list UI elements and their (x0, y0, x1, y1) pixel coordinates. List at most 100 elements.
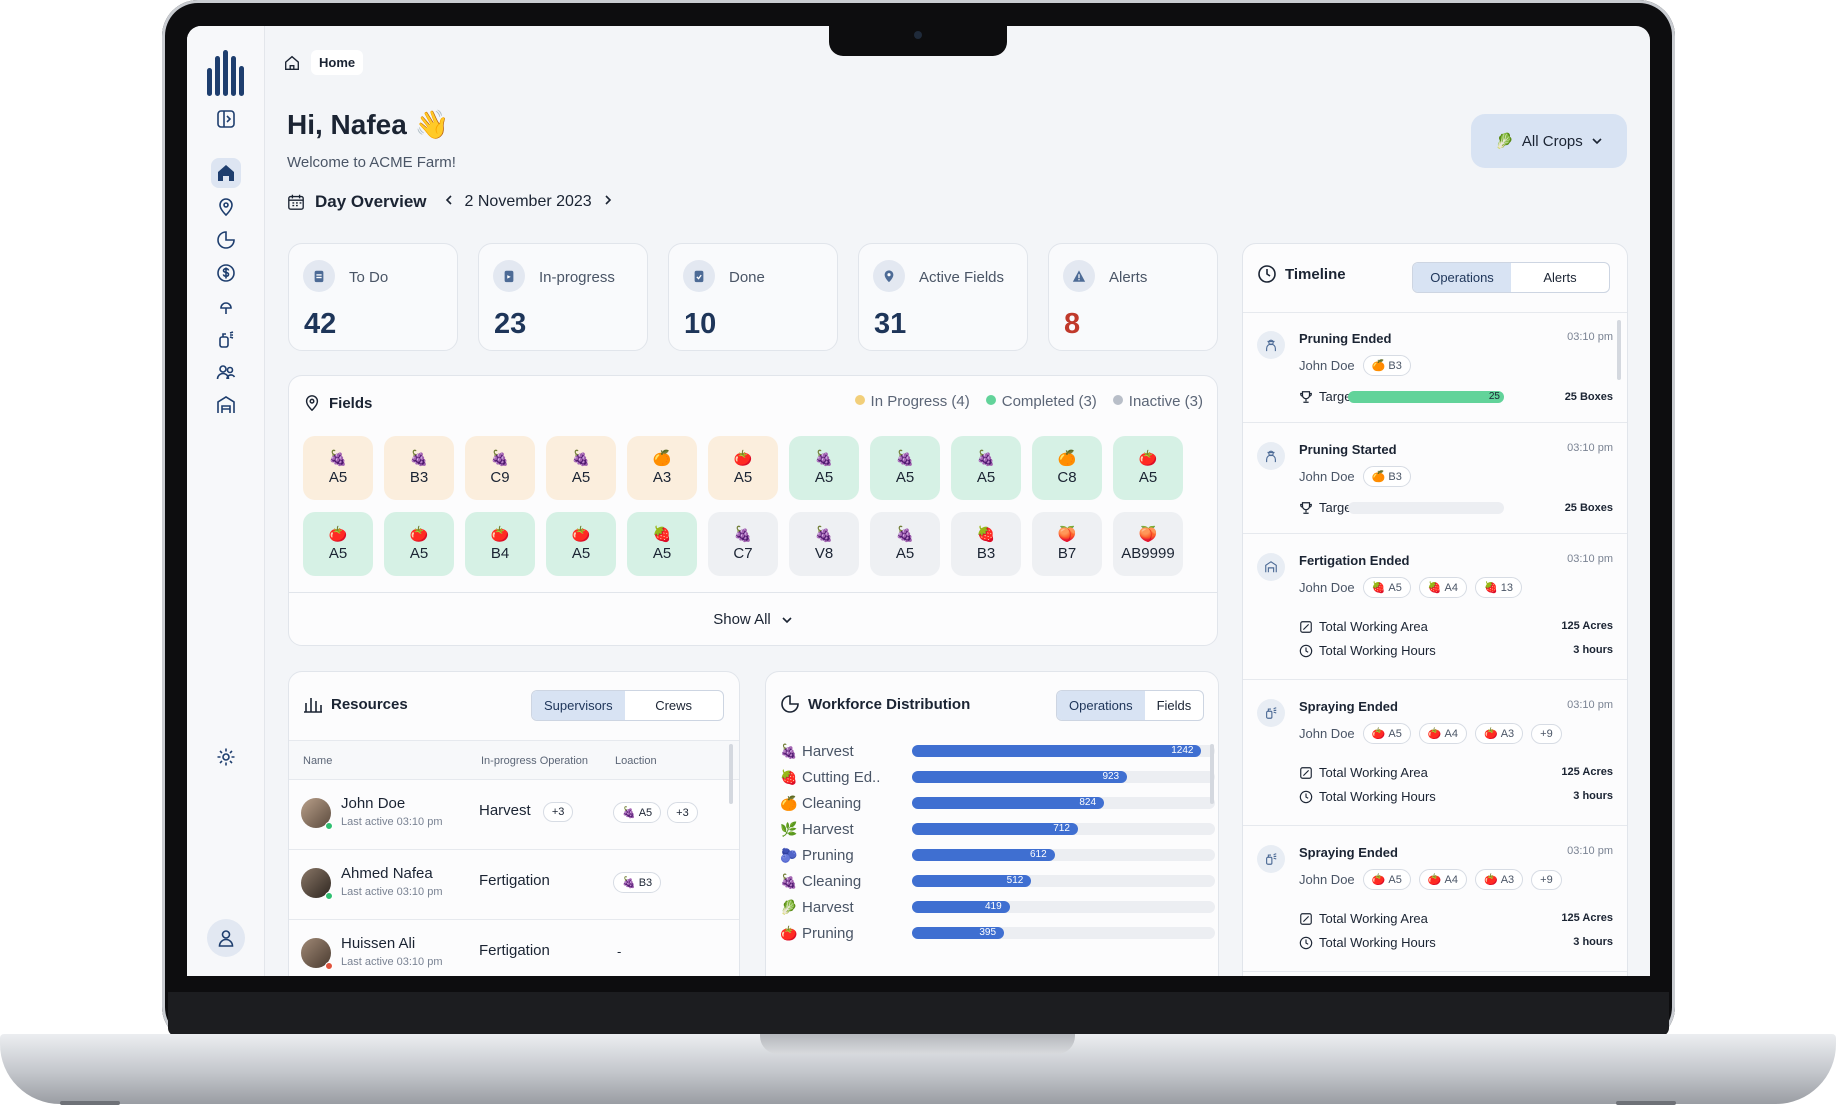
workforce-row[interactable]: 🍓 Cutting Ed.. 923 (780, 764, 1215, 790)
scrollbar[interactable] (1210, 744, 1214, 804)
field-tag[interactable]: 🍅 A3 (1475, 869, 1524, 890)
workforce-row[interactable]: 🌿 Harvest 712 (780, 816, 1215, 842)
workforce-row[interactable]: 🫐 Pruning 612 (780, 842, 1215, 868)
pie-chart-icon[interactable] (211, 225, 241, 255)
location-tag[interactable]: 🍇 B3 (613, 872, 662, 893)
sprayer-icon[interactable] (211, 324, 241, 354)
field-tile[interactable]: 🍅 A5 (384, 512, 454, 576)
field-tile[interactable]: 🍇 B3 (384, 436, 454, 500)
stat-value: 10 (684, 308, 717, 340)
users-icon[interactable] (211, 357, 241, 387)
table-row[interactable]: Huissen Ali Last active 03:10 pm Fertiga… (289, 920, 739, 976)
area-row: Total Working Area (1299, 911, 1428, 926)
field-tile[interactable]: 🍇 C9 (465, 436, 535, 500)
home-outline-icon[interactable] (283, 54, 301, 72)
farmer-icon (1257, 442, 1285, 470)
location-pin-icon (873, 260, 905, 292)
field-tile[interactable]: 🍇 A5 (870, 436, 940, 500)
legend-inactive: Inactive (3) (1112, 393, 1203, 410)
crops-filter-dropdown[interactable]: 🥬 All Crops (1471, 114, 1627, 168)
tab-alerts[interactable]: Alerts (1511, 263, 1609, 292)
field-tile[interactable]: 🍇 V8 (789, 512, 859, 576)
stat-card-done[interactable]: Done 10 (668, 243, 838, 351)
stat-card-active-fields[interactable]: Active Fields 31 (858, 243, 1028, 351)
tab-supervisors[interactable]: Supervisors (532, 691, 625, 720)
crop-icon: 🍑 (1057, 526, 1077, 543)
field-tile[interactable]: 🍅 A5 (303, 512, 373, 576)
field-tag[interactable]: 🍊 B3 (1362, 466, 1411, 487)
field-code: A5 (571, 545, 591, 562)
timeline-item-title: Pruning Ended (1299, 331, 1392, 346)
field-tile[interactable]: 🍅 A5 (546, 512, 616, 576)
more-badge[interactable]: +9 (1531, 869, 1562, 890)
field-tile[interactable]: 🍇 C7 (708, 512, 778, 576)
hours-row: Total Working Hours (1299, 935, 1436, 950)
tree-icon[interactable] (211, 291, 241, 321)
field-tile[interactable]: 🍑 AB9999 (1113, 512, 1183, 576)
workforce-row[interactable]: 🍇 Harvest 1242 (780, 738, 1215, 764)
location-tag[interactable]: 🍇 A5 (613, 802, 662, 823)
profile-avatar-button[interactable] (207, 919, 245, 957)
field-tag[interactable]: 🍓 A5 (1362, 577, 1411, 598)
field-tile[interactable]: 🍑 B7 (1032, 512, 1102, 576)
collapse-sidebar-icon[interactable] (211, 104, 241, 134)
workforce-bar: 612 (912, 849, 1055, 861)
tab-operations[interactable]: Operations (1413, 263, 1511, 292)
settings-gear-icon[interactable] (211, 742, 241, 772)
home-icon[interactable] (211, 158, 241, 188)
more-badge[interactable]: +3 (542, 802, 574, 822)
timeline-item[interactable]: Pruning Ended 03:10 pm John Doe 🍊 B3 Targ… (1243, 313, 1627, 423)
workforce-row[interactable]: 🍇 Cleaning 512 (780, 868, 1215, 894)
field-tag[interactable]: 🍅 A4 (1418, 869, 1467, 890)
table-row[interactable]: Ahmed Nafea Last active 03:10 pm Fertiga… (289, 850, 739, 920)
field-tag[interactable]: 🍅 A3 (1475, 723, 1524, 744)
field-tile[interactable]: 🍅 A5 (708, 436, 778, 500)
table-row[interactable]: John Doe Last active 03:10 pm Harvest +3… (289, 780, 739, 850)
prev-day-icon[interactable] (443, 193, 455, 211)
workforce-row[interactable]: 🥬 Harvest 419 (780, 894, 1215, 920)
stat-card-alerts[interactable]: Alerts 8 (1048, 243, 1218, 351)
field-tile[interactable]: 🍇 A5 (951, 436, 1021, 500)
field-tile[interactable]: 🍇 A5 (303, 436, 373, 500)
field-code: A5 (733, 469, 753, 486)
field-tag[interactable]: 🍓 A4 (1418, 577, 1467, 598)
dollar-icon[interactable] (211, 258, 241, 288)
workforce-row[interactable]: 🍅 Pruning 395 (780, 920, 1215, 946)
field-tile[interactable]: 🍇 A5 (546, 436, 616, 500)
tab-fields[interactable]: Fields (1145, 691, 1204, 720)
resources-table-header: Name In-progress Operation Loaction (289, 740, 739, 780)
timeline-item[interactable]: Fertigation Ended 03:10 pm John Doe 🍓 A5… (1243, 535, 1627, 680)
tab-operations[interactable]: Operations (1057, 691, 1145, 720)
fields-grid: 🍇 A5 🍇 B3 🍇 C9 🍇 A5 🍊 A3 🍅 A5 🍇 A5 🍇 A5 🍇 A5 🍊 C8 🍅 A5 🍅 A5 🍅 A5 🍅… (303, 436, 1183, 576)
warehouse-icon[interactable] (211, 390, 241, 420)
field-tag[interactable]: 🍓 13 (1475, 577, 1522, 598)
field-tile[interactable]: 🍓 B3 (951, 512, 1021, 576)
next-day-icon[interactable] (602, 193, 614, 211)
more-badge[interactable]: +9 (1531, 723, 1562, 744)
field-tile[interactable]: 🍊 C8 (1032, 436, 1102, 500)
scrollbar[interactable] (729, 744, 733, 804)
timeline-item[interactable]: Spraying Ended 03:10 pm John Doe 🍅 A5 🍅 … (1243, 827, 1627, 972)
field-tile[interactable]: 🍇 A5 (789, 436, 859, 500)
breadcrumb-home[interactable]: Home (311, 50, 364, 75)
location-pin-icon[interactable] (211, 192, 241, 222)
workforce-row[interactable]: 🍊 Cleaning 824 (780, 790, 1215, 816)
stat-card-in-progress[interactable]: In-progress 23 (478, 243, 648, 351)
field-tag[interactable]: 🍅 A5 (1362, 723, 1411, 744)
field-tile[interactable]: 🍅 B4 (465, 512, 535, 576)
field-tile[interactable]: 🍓 A5 (627, 512, 697, 576)
field-tag[interactable]: 🍊 B3 (1362, 355, 1411, 376)
scrollbar[interactable] (1617, 320, 1621, 380)
field-tile[interactable]: 🍇 A5 (870, 512, 940, 576)
timeline-item[interactable]: Pruning Started 03:10 pm John Doe 🍊 B3 Ta… (1243, 424, 1627, 534)
field-code: A5 (976, 469, 996, 486)
field-tag[interactable]: 🍅 A5 (1362, 869, 1411, 890)
field-tile[interactable]: 🍊 A3 (627, 436, 697, 500)
field-tag[interactable]: 🍅 A4 (1418, 723, 1467, 744)
more-badge[interactable]: +3 (667, 802, 698, 823)
timeline-item[interactable]: Spraying Ended 03:10 pm John Doe 🍅 A5 🍅 … (1243, 681, 1627, 826)
field-tile[interactable]: 🍅 A5 (1113, 436, 1183, 500)
stat-card-todo[interactable]: To Do 42 (288, 243, 458, 351)
tab-crews[interactable]: Crews (625, 691, 723, 720)
show-all-button[interactable]: Show All (289, 592, 1217, 646)
